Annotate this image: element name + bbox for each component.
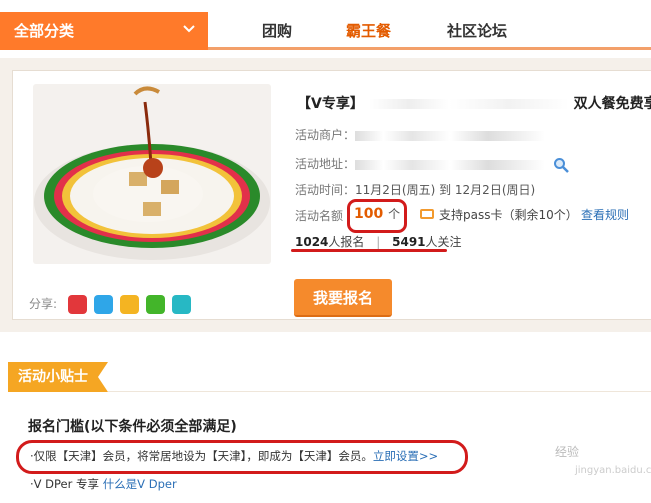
title-suffix: 双人餐免费享 — [573, 96, 651, 112]
tab-free-meal[interactable]: 霸王餐 — [346, 20, 391, 41]
signup-count: 1024 — [295, 235, 329, 249]
requirement-item-city: ·仅限【天津】会员，将常居地设为【天津】，即成为【天津】会员。立即设置>> — [30, 448, 438, 464]
requirement-item-vdper: ·V DPer 专享 什么是V Dper — [30, 476, 177, 492]
time-value: 11月2日(周五) 到 12月2日(周日) — [355, 183, 536, 197]
watermark: 经验 — [555, 445, 580, 459]
quota-label: 活动名额 — [295, 209, 344, 223]
stats-underline — [291, 249, 447, 252]
tab-groupbuy[interactable]: 团购 — [262, 20, 292, 41]
quota-number: 100 — [354, 206, 384, 222]
deal-panel: 分享: 【V专享】 双人餐免费享 活动商户： 活动地址： 活动时间：11月2日(… — [0, 58, 651, 332]
merchant-label: 活动商户： — [295, 128, 356, 142]
share-label: 分享: — [29, 297, 58, 311]
requirement-city-text: ·仅限【天津】会员，将常居地设为【天津】，即成为【天津】会员。 — [30, 449, 373, 463]
deal-card: 分享: 【V专享】 双人餐免费享 活动商户： 活动地址： 活动时间：11月2日(… — [12, 70, 651, 320]
redacted-address — [355, 159, 546, 170]
merchant-row: 活动商户： — [295, 126, 546, 143]
follow-count: 5491 — [392, 235, 426, 249]
time-row: 活动时间：11月2日(周五) 到 12月2日(周日) — [295, 181, 535, 198]
chevron-down-icon — [183, 25, 195, 33]
dish-photo[interactable] — [33, 84, 271, 264]
redacted-merchant — [355, 130, 546, 141]
signup-button[interactable]: 我要报名 — [294, 279, 392, 317]
watermark-sub: jingyan.baidu.com — [575, 465, 651, 476]
quota-unit: 个 — [388, 207, 401, 221]
what-is-vdper-link[interactable]: 什么是V Dper — [103, 477, 177, 491]
wechat-icon[interactable] — [146, 295, 165, 314]
stats-separator: | — [376, 235, 381, 249]
requirements-title: 报名门槛(以下条件必须全部满足) — [28, 419, 237, 435]
stats-row: 1024人报名 | 5491人关注 — [295, 233, 462, 250]
copy-icon[interactable] — [172, 295, 191, 314]
search-map-icon[interactable] — [553, 157, 569, 173]
redacted-title — [368, 99, 569, 109]
pass-text: 支持pass卡（剩余10个） — [439, 208, 578, 222]
top-nav: 全部分类 团购 霸王餐 社区论坛 — [0, 0, 651, 58]
weibo-icon[interactable] — [68, 295, 87, 314]
view-rules-link[interactable]: 查看规则 — [581, 206, 629, 223]
set-city-link[interactable]: 立即设置>> — [373, 449, 438, 463]
requirement-vdper-text: ·V DPer 专享 — [30, 477, 100, 491]
pinterest-icon[interactable] — [94, 295, 113, 314]
quota-value: 100 个 — [354, 205, 400, 222]
signup-suffix: 人报名 — [328, 235, 365, 249]
tips-tag: 活动小贴士 — [8, 362, 108, 392]
star-icon[interactable] — [120, 295, 139, 314]
address-label: 活动地址： — [295, 157, 356, 171]
category-menu-button[interactable]: 全部分类 — [0, 12, 208, 50]
time-label: 活动时间： — [295, 183, 356, 197]
pass-card-icon — [420, 209, 434, 219]
tab-community-forum[interactable]: 社区论坛 — [447, 20, 507, 41]
nav-divider — [208, 47, 651, 50]
title-prefix: 【V专享】 — [297, 96, 364, 112]
follow-suffix: 人关注 — [425, 235, 462, 249]
tips-divider — [108, 391, 651, 392]
address-row: 活动地址： — [295, 155, 569, 173]
category-label: 全部分类 — [14, 22, 75, 40]
tips-section: 活动小贴士 报名门槛(以下条件必须全部满足) ·仅限【天津】会员，将常居地设为【… — [0, 346, 651, 503]
deal-title: 【V专享】 双人餐免费享 — [297, 93, 651, 113]
